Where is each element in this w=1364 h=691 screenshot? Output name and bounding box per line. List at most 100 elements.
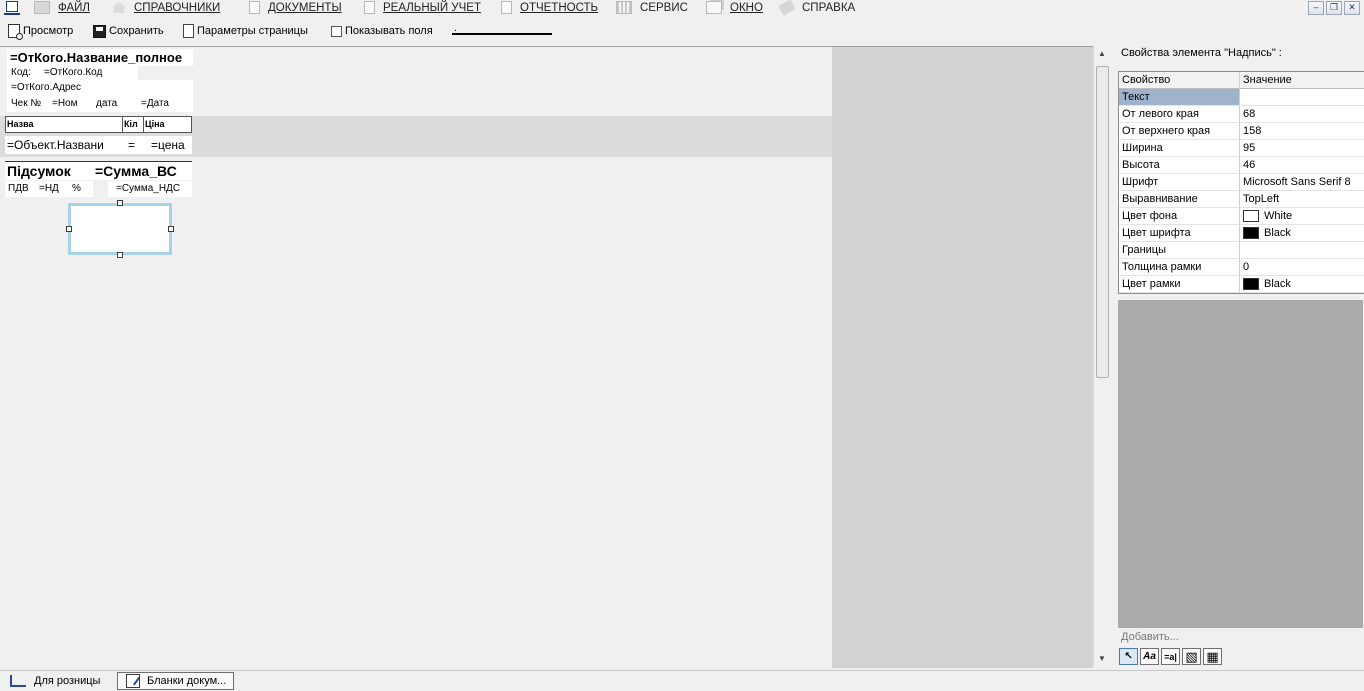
code-field[interactable]: =ОтКого.Код <box>44 65 102 80</box>
canvas-vertical-scrollbar[interactable]: ▲ ▼ <box>1093 46 1110 667</box>
property-row-font[interactable]: Шрифт Microsoft Sans Serif 8 <box>1119 174 1364 191</box>
property-value-input[interactable]: 0 <box>1240 259 1364 276</box>
menu-help[interactable]: СПРАВКА <box>778 0 855 16</box>
property-value-input[interactable] <box>1240 89 1364 106</box>
property-value-input[interactable]: Black <box>1240 276 1364 293</box>
save-label: Сохранить <box>109 25 164 37</box>
item-name-field[interactable]: =Объект.Названи <box>7 136 104 154</box>
property-value-input[interactable]: 46 <box>1240 157 1364 174</box>
property-column-header: Свойство <box>1119 72 1240 89</box>
property-value-input[interactable]: 68 <box>1240 106 1364 123</box>
resize-handle-bottom[interactable] <box>117 252 123 258</box>
total-label[interactable]: Підсумок <box>7 162 71 180</box>
color-swatch <box>1243 278 1259 290</box>
property-name: От верхнего края <box>1119 123 1240 140</box>
properties-panel: Свойства элемента "Надпись" : Свойство З… <box>1113 46 1364 670</box>
selected-label-element[interactable] <box>68 203 172 255</box>
vat-row: ПДВ =НД % =Сумма_НДС <box>5 181 192 197</box>
menu-reports[interactable]: ОТЧЕТНОСТЬ <box>501 0 598 15</box>
toolbar: Просмотр Сохранить Параметры страницы По… <box>0 19 1364 43</box>
property-name: Текст <box>1119 89 1240 106</box>
show-fields-toggle[interactable]: Показывать поля <box>331 23 433 39</box>
code-label[interactable]: Код: <box>11 65 31 80</box>
property-value-input[interactable]: Black <box>1240 225 1364 242</box>
menu-reports-label: ОТЧЕТНОСТЬ <box>520 1 599 14</box>
property-row-alignment[interactable]: Выравнивание TopLeft <box>1119 191 1364 208</box>
report-canvas[interactable]: =ОтКого.Название_полное Код: =ОтКого.Код… <box>0 46 1093 668</box>
show-fields-label: Показывать поля <box>345 25 433 37</box>
total-field[interactable]: =Сумма_ВС <box>95 162 177 180</box>
menu-real-accounting[interactable]: РЕАЛЬНЫЙ УЧЕТ <box>364 0 481 15</box>
date-label[interactable]: дата <box>96 96 117 112</box>
menu-file[interactable]: ФАЙЛ <box>34 0 90 15</box>
menu-window[interactable]: ОКНО <box>706 0 763 15</box>
resize-handle-left[interactable] <box>66 226 72 232</box>
task-doc-forms[interactable]: Бланки докум... <box>117 672 234 690</box>
save-button[interactable]: Сохранить <box>93 23 164 39</box>
property-value-input[interactable]: Microsoft Sans Serif 8 <box>1240 174 1364 191</box>
line-width-sample <box>452 33 552 35</box>
receipt-label[interactable]: Чек № <box>11 96 41 112</box>
property-value-input[interactable]: TopLeft <box>1240 191 1364 208</box>
scroll-up-icon[interactable]: ▲ <box>1094 46 1110 62</box>
menu-directories[interactable]: СПРАВОЧНИКИ <box>112 0 220 15</box>
property-value-input[interactable]: 95 <box>1240 140 1364 157</box>
outside-page-area <box>832 47 1093 668</box>
image-tool-icon[interactable]: ▧ <box>1182 648 1201 665</box>
property-row-top[interactable]: От верхнего края 158 <box>1119 123 1364 140</box>
property-row-width[interactable]: Ширина 95 <box>1119 140 1364 157</box>
address-field[interactable]: =ОтКого.Адрес <box>7 80 193 96</box>
properties-grid[interactable]: Свойство Значение Текст От левого края 6… <box>1118 71 1364 294</box>
vat-label[interactable]: ПДВ <box>8 181 29 197</box>
property-row-border-width[interactable]: Толщина рамки 0 <box>1119 259 1364 276</box>
menu-documents[interactable]: ДОКУМЕНТЫ <box>249 0 342 15</box>
save-icon <box>93 24 106 38</box>
code-row: Код: =ОтКого.Код <box>7 65 138 80</box>
org-name-field[interactable]: =ОтКого.Название_полное <box>7 49 193 66</box>
property-value-input[interactable]: White <box>1240 208 1364 225</box>
property-value-input[interactable] <box>1240 242 1364 259</box>
menu-documents-label: ДОКУМЕНТЫ <box>268 1 342 14</box>
app-icon[interactable] <box>4 1 20 15</box>
property-row-background-color[interactable]: Цвет фона White <box>1119 208 1364 225</box>
close-button[interactable]: ✕ <box>1344 1 1360 15</box>
scroll-thumb[interactable] <box>1096 66 1109 378</box>
color-name: White <box>1264 209 1293 222</box>
page-params-button[interactable]: Параметры страницы <box>183 23 308 39</box>
restore-button[interactable]: ❐ <box>1326 1 1342 15</box>
column-header-price[interactable]: Ціна <box>143 116 192 133</box>
grid-icon <box>616 1 632 14</box>
task-retail-label: Для розницы <box>34 675 101 687</box>
property-row-text[interactable]: Текст <box>1119 89 1364 106</box>
scroll-down-icon[interactable]: ▼ <box>1094 651 1110 667</box>
item-qty-field[interactable]: = <box>128 136 135 154</box>
detail-row: =Объект.Названи = =цена <box>5 136 192 154</box>
vat-amount-field[interactable]: =Сумма_НДС <box>116 181 180 197</box>
minimize-button[interactable]: – <box>1308 1 1324 15</box>
column-header-qty[interactable]: Кіл <box>122 116 144 133</box>
menu-service[interactable]: СЕРВИС <box>616 0 688 15</box>
property-value-input[interactable]: 158 <box>1240 123 1364 140</box>
resize-handle-right[interactable] <box>168 226 174 232</box>
table-tool-icon[interactable]: ▦ <box>1203 648 1222 665</box>
pointer-tool-icon[interactable]: ↖ <box>1119 648 1138 665</box>
property-name: Толщина рамки <box>1119 259 1240 276</box>
property-row-left[interactable]: От левого края 68 <box>1119 106 1364 123</box>
item-price-field[interactable]: =цена <box>151 136 185 154</box>
vat-percent-label[interactable]: % <box>72 181 81 197</box>
label-tool-icon[interactable]: Aa <box>1140 648 1159 665</box>
date-field[interactable]: =Дата <box>141 96 169 112</box>
field-tool-icon[interactable]: =a| <box>1161 648 1180 665</box>
receipt-number-field[interactable]: =Ном <box>52 96 78 112</box>
column-header-name[interactable]: Назва <box>5 116 123 133</box>
property-row-font-color[interactable]: Цвет шрифта Black <box>1119 225 1364 242</box>
property-row-border-color[interactable]: Цвет рамки Black <box>1119 276 1364 293</box>
task-retail[interactable]: Для розницы <box>4 672 114 690</box>
window-taskbar: Для розницы Бланки докум... <box>0 670 1364 691</box>
preview-button[interactable]: Просмотр <box>8 23 73 40</box>
property-row-height[interactable]: Высота 46 <box>1119 157 1364 174</box>
vat-field[interactable]: =НД <box>39 181 59 197</box>
menu-real-accounting-label: РЕАЛЬНЫЙ УЧЕТ <box>383 1 481 14</box>
resize-handle-top[interactable] <box>117 200 123 206</box>
property-row-borders[interactable]: Границы <box>1119 242 1364 259</box>
